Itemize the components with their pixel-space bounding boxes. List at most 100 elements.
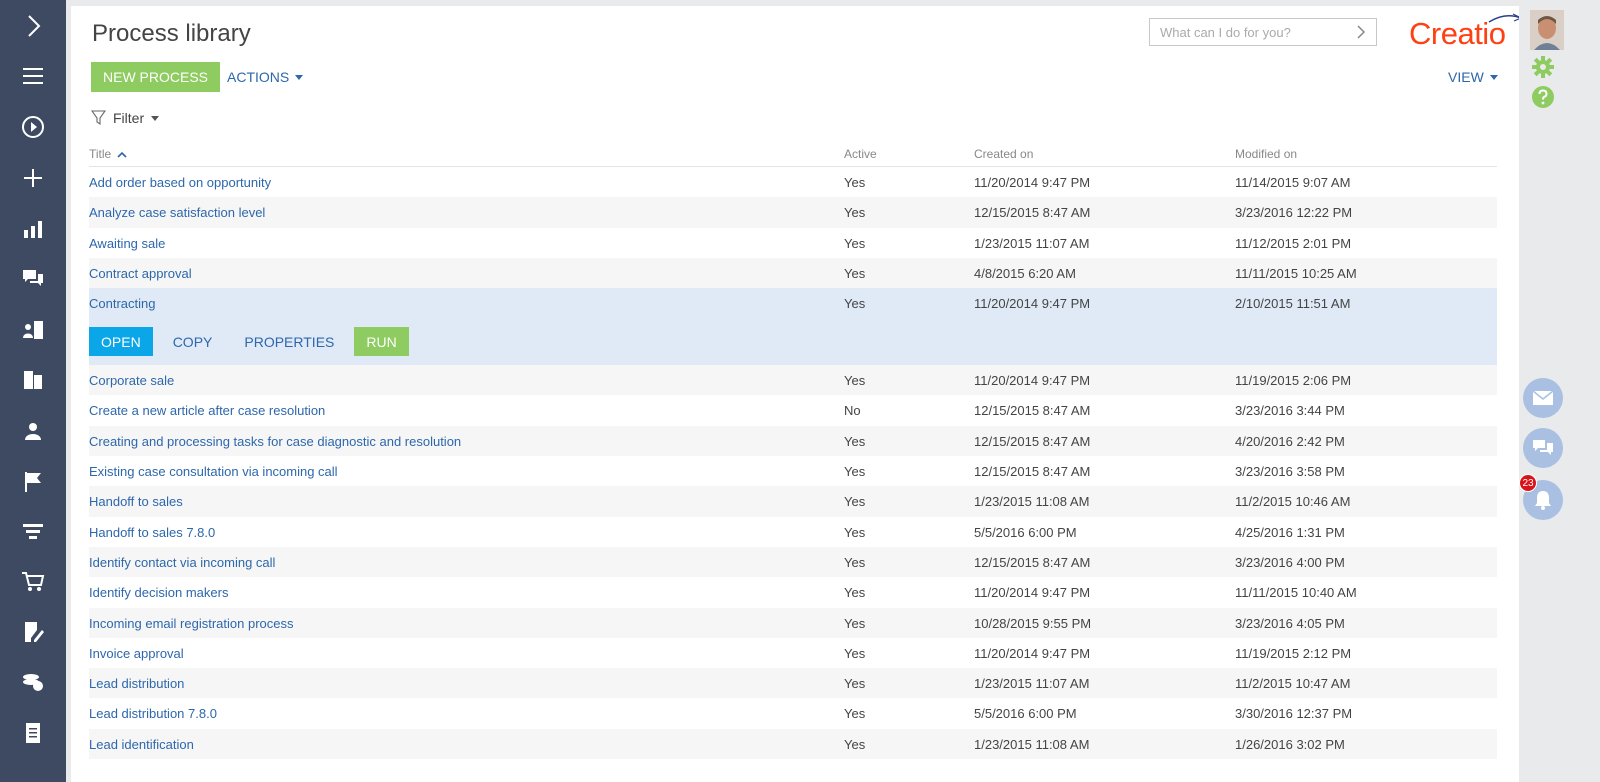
sidebar-item-process[interactable] [0, 107, 66, 147]
process-title-link[interactable]: Identify contact via incoming call [89, 555, 275, 570]
user-photo [1530, 10, 1564, 50]
sidebar-item-contracts[interactable] [0, 612, 66, 652]
process-title-link[interactable]: Create a new article after case resoluti… [89, 403, 325, 418]
modified-on-cell: 3/30/2016 12:37 PM [1235, 706, 1353, 722]
process-title-link[interactable]: Contract approval [89, 266, 192, 281]
process-title-link[interactable]: Corporate sale [89, 373, 174, 388]
notifications-count-badge: 23 [1519, 474, 1537, 492]
sidebar-item-accounts-contacts[interactable] [0, 310, 66, 350]
process-title-link[interactable]: Identify decision makers [89, 585, 228, 600]
modified-on-cell: 1/26/2016 3:02 PM [1235, 736, 1345, 752]
active-cell: Yes [844, 464, 866, 480]
process-title-link[interactable]: Lead identification [89, 737, 194, 752]
active-cell: Yes [844, 433, 866, 449]
properties-button[interactable]: PROPERTIES [232, 327, 346, 356]
process-title-link[interactable]: Contracting [89, 296, 155, 311]
table-row[interactable]: Identify decision makers Yes 11/20/2014 9:… [89, 577, 1497, 607]
table-row[interactable]: Create a new article after case resoluti… [89, 395, 1497, 425]
created-on-cell: 12/15/2015 8:47 AM [974, 205, 1091, 221]
table-row[interactable]: Creating and processing tasks for case d… [89, 425, 1497, 457]
modified-on-cell: 11/12/2015 2:01 PM [1235, 235, 1352, 251]
sidebar-item-add[interactable] [0, 158, 66, 198]
table-row[interactable]: Handoff to sales Yes 1/23/2015 11:08 AM 11/… [89, 486, 1497, 517]
sidebar-menu-button[interactable] [0, 56, 66, 96]
main-panel: Process library Creatio NEW PROCESS ACTI… [71, 6, 1523, 782]
table-row[interactable]: Existing case consultation via incoming … [89, 456, 1497, 486]
sidebar-item-documents[interactable] [0, 713, 66, 753]
modified-on-cell: 11/2/2015 10:46 AM [1235, 494, 1351, 510]
sidebar-item-leads[interactable] [0, 512, 66, 552]
bar-chart-icon [24, 221, 42, 238]
sidebar-item-accounts[interactable] [0, 360, 66, 400]
column-header-created[interactable]: Created on [974, 147, 1033, 161]
table-row[interactable]: Invoice approval Yes 11/20/2014 9:47 PM 11/… [89, 638, 1497, 668]
sidebar-item-contacts[interactable] [0, 411, 66, 451]
run-button[interactable]: RUN [354, 327, 409, 357]
active-cell: Yes [844, 585, 866, 601]
chevron-right-icon[interactable] [1354, 24, 1368, 40]
contacts-building-icon [23, 321, 43, 339]
active-cell: Yes [844, 706, 866, 722]
sidebar-collapse-toggle[interactable] [0, 6, 66, 46]
email-panel-button[interactable] [1523, 378, 1563, 418]
new-process-button[interactable]: NEW PROCESS [91, 62, 221, 92]
sidebar-item-analytics[interactable] [0, 209, 66, 249]
table-row[interactable]: Corporate sale Yes 11/20/2014 9:47 PM 11/19… [89, 365, 1497, 396]
created-on-cell: 12/15/2015 8:47 AM [974, 403, 1091, 419]
table-row[interactable]: Incoming email registration process Yes 10… [89, 607, 1497, 638]
caret-down-icon [151, 115, 160, 121]
process-title-link[interactable]: Lead distribution 7.8.0 [89, 706, 217, 721]
table-row[interactable]: Lead distribution 7.8.0 Yes 5/5/2016 6:00 … [89, 698, 1497, 728]
process-title-link[interactable]: Handoff to sales 7.8.0 [89, 525, 215, 540]
avatar[interactable] [1530, 10, 1564, 50]
envelope-icon [1532, 390, 1554, 405]
table-row[interactable]: Analyze case satisfaction level Yes 12/15/… [89, 197, 1497, 228]
active-cell: Yes [844, 524, 866, 540]
copy-button[interactable]: COPY [161, 327, 225, 356]
table-row[interactable]: Lead distribution Yes 1/23/2015 11:07 AM 11… [89, 668, 1497, 699]
actions-label: ACTIONS [227, 69, 290, 85]
table-row[interactable]: Contracting Yes 11/20/2014 9:47 PM 2/10/201… [89, 288, 1497, 366]
table-row[interactable]: Lead identification Yes 1/23/2015 11:08 AM… [89, 728, 1497, 760]
process-title-link[interactable]: Existing case consultation via incoming … [89, 464, 338, 479]
settings-button[interactable] [1531, 55, 1555, 84]
actions-dropdown[interactable]: ACTIONS [227, 69, 304, 85]
created-on-cell: 12/15/2015 8:47 AM [974, 554, 1091, 570]
sidebar-item-feed[interactable] [0, 258, 66, 298]
feed-panel-button[interactable] [1523, 428, 1563, 468]
modified-on-cell: 11/19/2015 2:12 PM [1235, 645, 1352, 661]
column-header-title[interactable]: Title [89, 147, 127, 161]
filter-dropdown[interactable]: Filter [91, 110, 160, 126]
process-title-link[interactable]: Lead distribution [89, 676, 184, 691]
process-title-link[interactable]: Handoff to sales [89, 494, 183, 509]
sidebar-item-activities[interactable] [0, 462, 66, 502]
cart-icon [22, 572, 45, 591]
process-title-link[interactable]: Awaiting sale [89, 236, 165, 251]
help-button[interactable] [1531, 85, 1555, 114]
right-rail: 23 [1519, 0, 1600, 782]
process-title-link[interactable]: Analyze case satisfaction level [89, 205, 265, 220]
process-title-link[interactable]: Incoming email registration process [89, 616, 293, 631]
table-row[interactable]: Contract approval Yes 4/8/2015 6:20 AM 11/1… [89, 257, 1497, 289]
command-line[interactable] [1149, 18, 1377, 46]
sidebar-item-finance[interactable] [0, 662, 66, 702]
table-row[interactable]: Awaiting sale Yes 1/23/2015 11:07 AM 11/12/… [89, 228, 1497, 258]
open-button[interactable]: OPEN [89, 327, 153, 357]
column-header-modified[interactable]: Modified on [1235, 147, 1297, 161]
sidebar-item-orders[interactable] [0, 562, 66, 602]
table-row[interactable]: Add order based on opportunity Yes 11/20/2… [89, 167, 1497, 197]
row-action-bar: OPEN COPY PROPERTIES RUN [89, 327, 417, 357]
page-title: Process library [92, 20, 251, 47]
active-cell: Yes [844, 736, 866, 752]
table-row[interactable]: Handoff to sales 7.8.0 Yes 5/5/2016 6:00 P… [89, 517, 1497, 547]
process-title-link[interactable]: Add order based on opportunity [89, 175, 271, 190]
coins-icon [23, 674, 43, 691]
process-title-link[interactable]: Creating and processing tasks for case d… [89, 434, 461, 449]
active-cell: Yes [844, 645, 866, 661]
search-input[interactable] [1150, 19, 1340, 45]
process-title-link[interactable]: Invoice approval [89, 646, 184, 661]
column-header-active[interactable]: Active [844, 147, 877, 161]
view-dropdown[interactable]: VIEW [1448, 69, 1498, 85]
table-row[interactable]: Identify contact via incoming call Yes 12/… [89, 546, 1497, 578]
active-cell: Yes [844, 373, 866, 389]
